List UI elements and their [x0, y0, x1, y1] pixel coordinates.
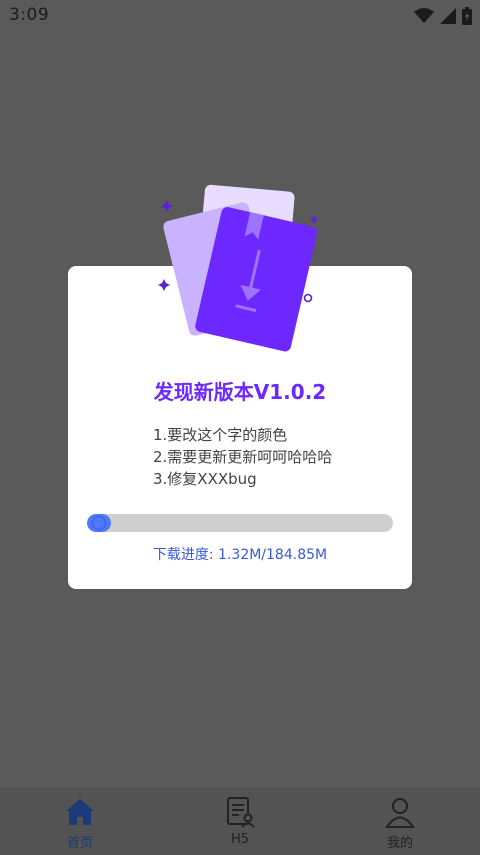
signal-icon	[440, 8, 456, 24]
circle-decoration	[303, 293, 313, 303]
release-note-item: 1.要改这个字的颜色	[153, 426, 288, 444]
tab-label: H5	[230, 832, 250, 847]
download-progress-bar	[87, 514, 393, 532]
wifi-icon	[414, 8, 434, 23]
status-time: 3:09	[9, 5, 50, 25]
release-notes: 1.要改这个字的颜色 2.需要更新更新呵呵哈哈哈 3.修复XXXbug	[153, 424, 332, 490]
tab-label: 我的	[386, 836, 413, 851]
release-note-item: 3.修复XXXbug	[153, 470, 257, 488]
sparkle-icon	[158, 279, 170, 291]
status-bar: 3:09	[0, 0, 480, 34]
bottom-tab-bar: 首页 H5 我的	[0, 787, 480, 855]
release-note-item: 2.需要更新更新呵呵哈哈哈	[153, 448, 333, 466]
progress-knob	[92, 516, 106, 530]
dialog-title: 发现新版本V1.0.2	[153, 380, 327, 404]
status-icons	[414, 7, 472, 25]
tab-mine[interactable]: 我的	[320, 787, 480, 855]
download-progress-text: 下载进度: 1.32M/184.85M	[152, 547, 328, 563]
person-icon	[385, 798, 415, 828]
tab-label: 首页	[66, 836, 93, 851]
sparkle-icon	[309, 215, 319, 224]
sparkle-icon	[161, 200, 173, 212]
download-illustration	[158, 184, 319, 352]
battery-icon	[462, 7, 472, 25]
tab-h5[interactable]: H5	[160, 787, 320, 855]
document-user-icon	[227, 797, 255, 828]
home-icon	[66, 799, 94, 825]
tab-home[interactable]: 首页	[0, 787, 160, 855]
